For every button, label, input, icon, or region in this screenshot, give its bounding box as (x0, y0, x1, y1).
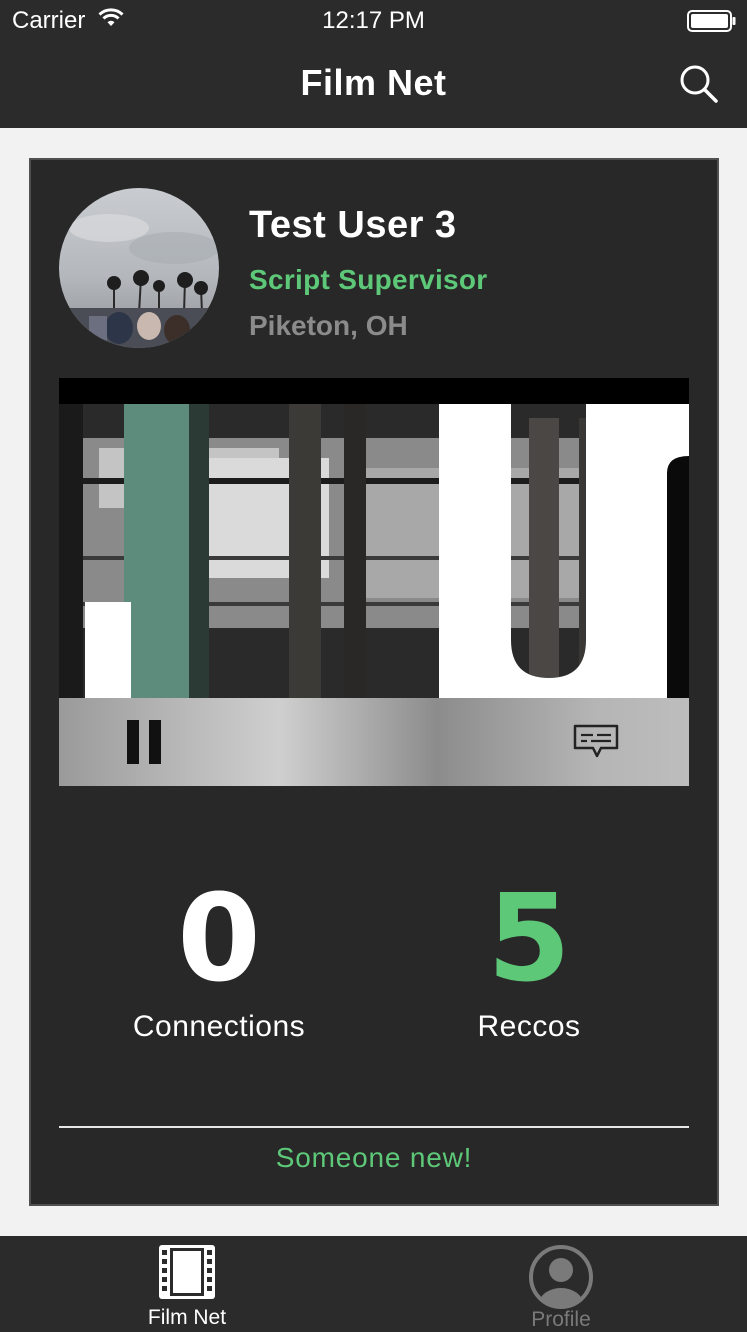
divider (59, 1126, 689, 1128)
profile-location: Piketon, OH (249, 310, 408, 341)
reccos-label: Reccos (477, 1010, 581, 1043)
profile-name: Test User 3 (249, 204, 457, 246)
tab-label-profile: Profile (531, 1308, 591, 1331)
video-controls (59, 698, 689, 786)
pause-icon[interactable] (125, 720, 165, 764)
connections-stat[interactable]: 0 Connections (69, 880, 369, 1044)
tab-bar: Film Net Profile (0, 1236, 747, 1332)
connections-count: 0 (177, 870, 261, 1009)
status-bar: Carrier 12:17 PM (0, 0, 747, 40)
connections-label: Connections (132, 1010, 306, 1043)
profile-icon (529, 1245, 593, 1309)
navigation-bar: Film Net (0, 40, 747, 128)
tab-profile[interactable]: Profile (461, 1244, 661, 1332)
page-title: Film Net (300, 62, 447, 103)
battery-icon (687, 10, 736, 32)
closed-captions-icon[interactable] (571, 722, 621, 762)
tab-film-net[interactable]: Film Net (87, 1244, 287, 1332)
reccos-count: 5 (487, 870, 571, 1009)
someone-new-button[interactable]: Someone new! (31, 1142, 717, 1174)
profile-card: Test User 3 Script Supervisor Piketon, O… (29, 158, 719, 1206)
avatar[interactable] (59, 188, 219, 348)
video-player[interactable] (59, 378, 689, 786)
tab-label-film-net: Film Net (147, 1306, 227, 1329)
video-frame (59, 378, 689, 698)
film-strip-icon (159, 1245, 215, 1299)
clock: 12:17 PM (322, 7, 425, 34)
reccos-stat[interactable]: 5 Reccos (379, 880, 679, 1044)
profile-role: Script Supervisor (249, 264, 488, 295)
search-icon[interactable] (679, 64, 719, 104)
